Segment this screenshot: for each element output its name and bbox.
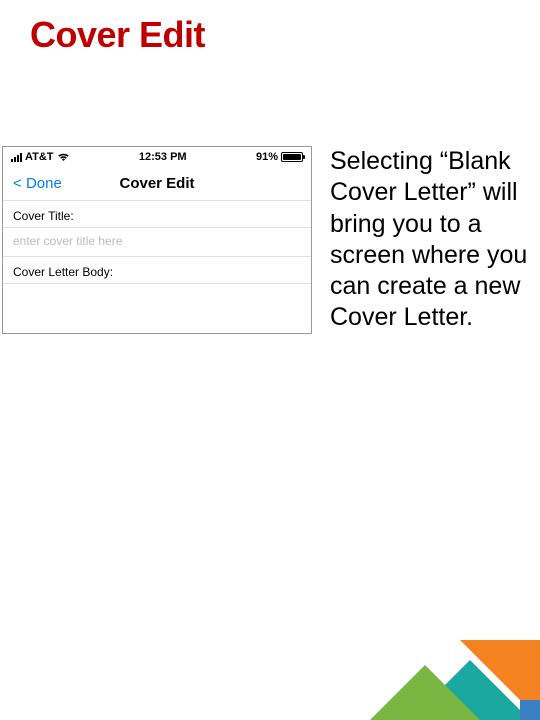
carrier-label: AT&T <box>25 151 54 163</box>
content-row: AT&T 12:53 PM 91% < Done Cover Edi <box>0 146 540 334</box>
battery-icon <box>281 152 303 162</box>
description-text: Selecting “Blank Cover Letter” will brin… <box>312 146 540 334</box>
corner-decoration <box>370 600 540 720</box>
nav-bar: < Done Cover Edit <box>3 165 311 200</box>
page-title: Cover Edit <box>0 0 540 56</box>
nav-title: Cover Edit <box>3 175 311 192</box>
clock-label: 12:53 PM <box>139 151 187 163</box>
cover-body-label: Cover Letter Body: <box>3 257 311 283</box>
status-right: 91% <box>256 151 303 163</box>
cover-title-label: Cover Title: <box>3 201 311 227</box>
battery-pct-label: 91% <box>256 151 278 163</box>
cover-body-input[interactable] <box>3 284 311 298</box>
status-left: AT&T <box>11 151 70 163</box>
phone-mockup: AT&T 12:53 PM 91% < Done Cover Edi <box>2 146 312 334</box>
wifi-icon <box>57 152 70 162</box>
signal-icon <box>11 152 22 162</box>
cover-title-input[interactable]: enter cover title here <box>3 228 311 256</box>
battery-fill <box>283 154 301 160</box>
status-bar: AT&T 12:53 PM 91% <box>3 147 311 165</box>
